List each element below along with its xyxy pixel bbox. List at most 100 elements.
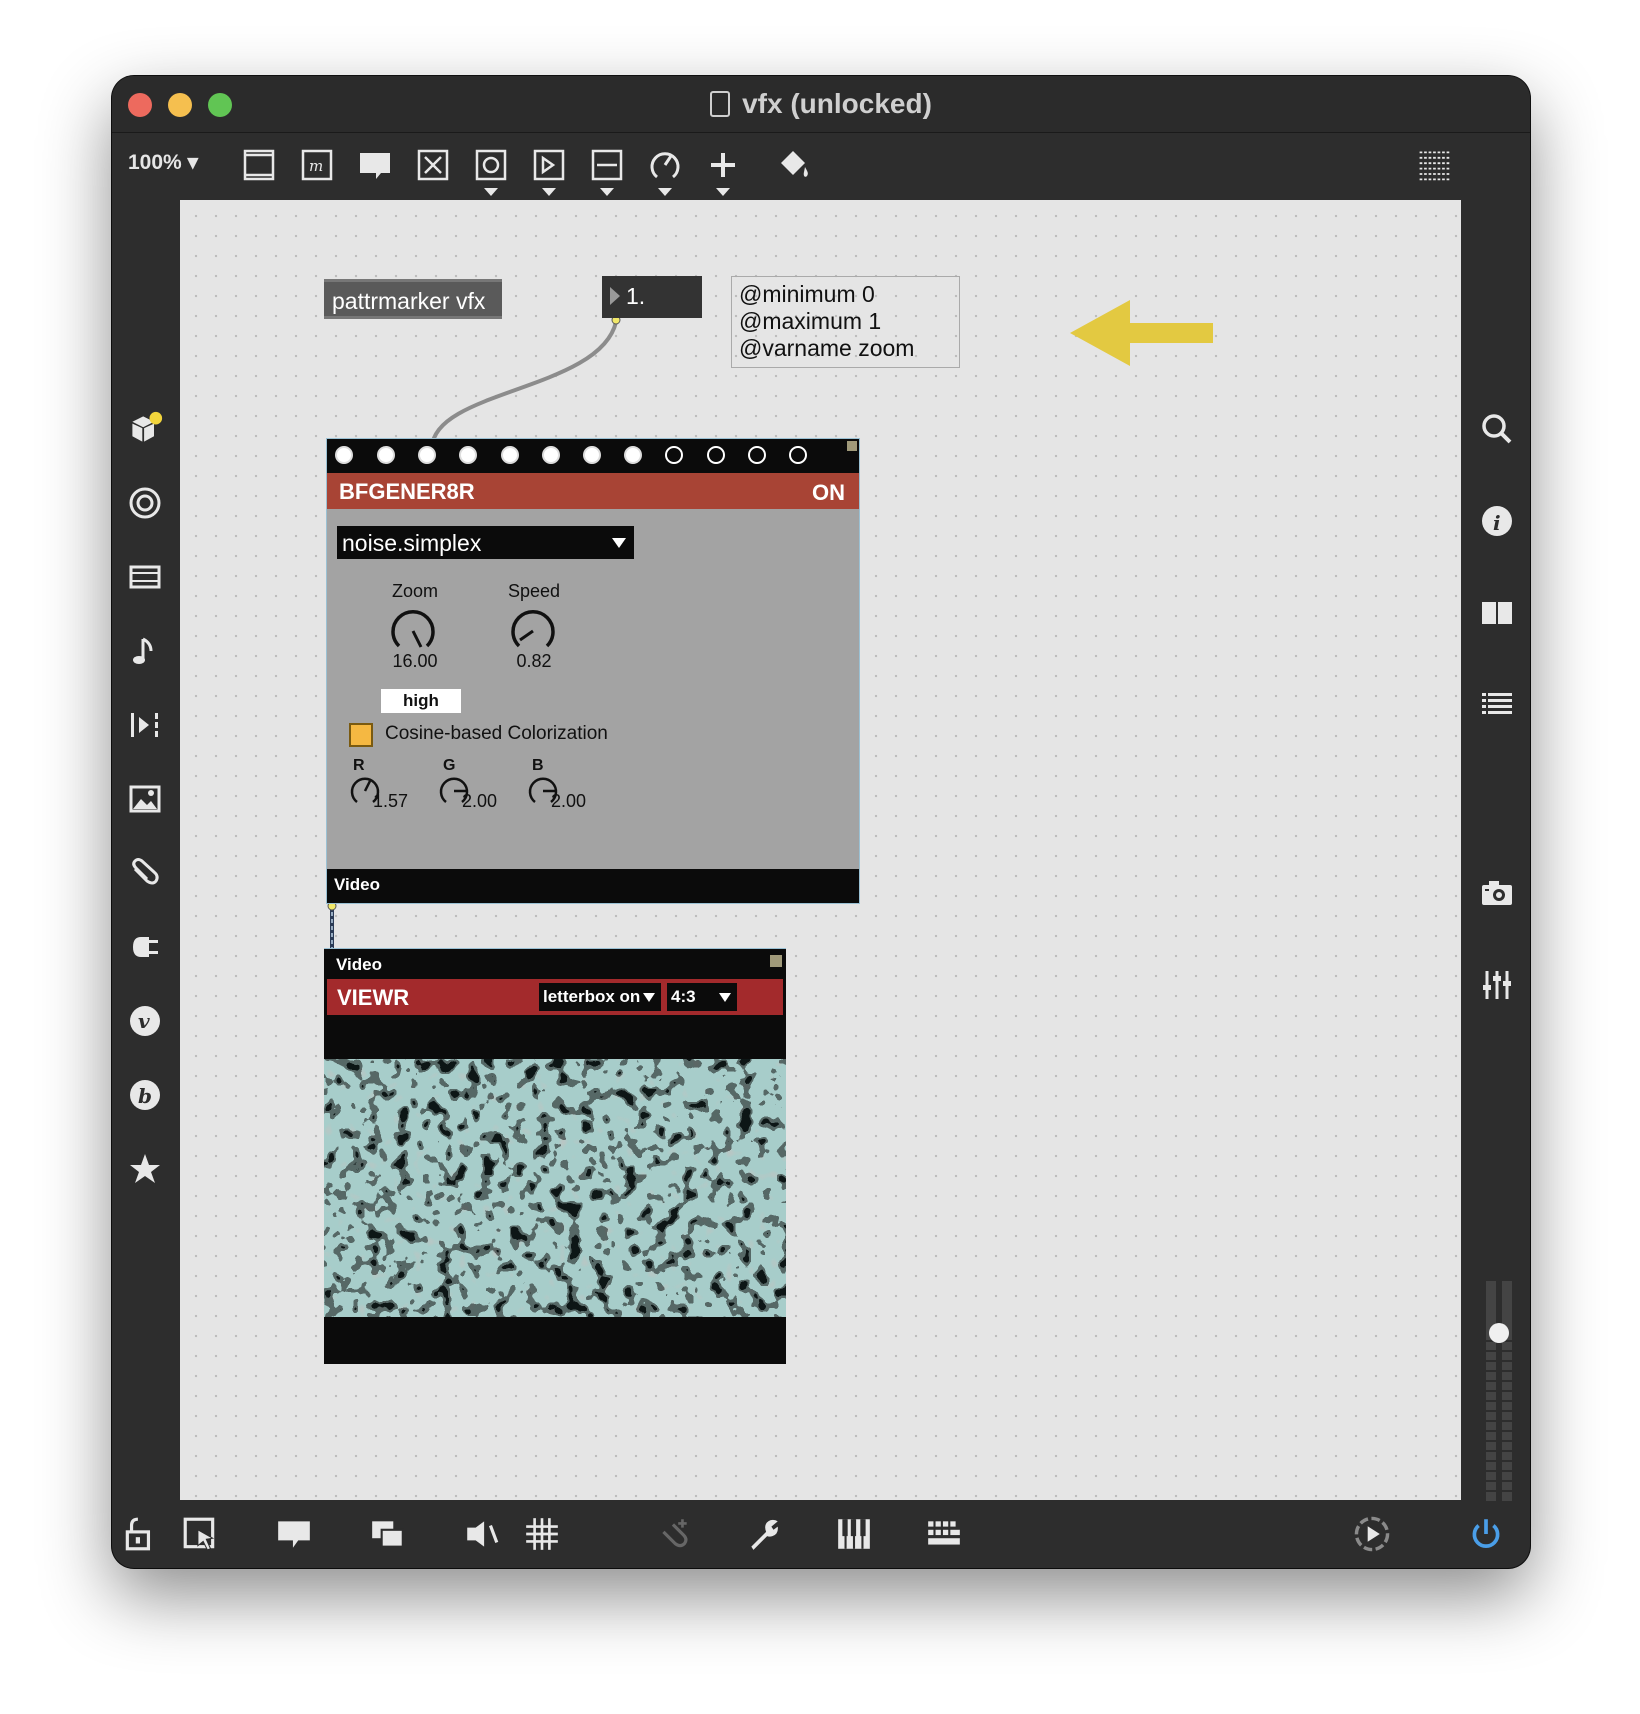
resize-handle[interactable] bbox=[847, 441, 857, 451]
inlet[interactable] bbox=[707, 446, 725, 464]
power-icon[interactable] bbox=[1466, 1514, 1506, 1554]
comment-line: @minimum 0 bbox=[739, 281, 875, 307]
message-icon[interactable]: m bbox=[298, 146, 336, 184]
patcher-canvas[interactable]: pattrmarker vfx 1. @minimum 0 @maximum 1… bbox=[180, 200, 1461, 1500]
grid-icon[interactable] bbox=[522, 1514, 562, 1554]
aspect-menu[interactable]: 4:3 bbox=[667, 983, 737, 1011]
button-icon[interactable] bbox=[414, 146, 452, 184]
piano-icon[interactable] bbox=[834, 1514, 874, 1554]
paint-bucket-icon[interactable] bbox=[774, 146, 812, 184]
new-object-icon[interactable] bbox=[240, 146, 278, 184]
pattrmarker-label: pattrmarker vfx bbox=[332, 288, 486, 314]
zoom-dial[interactable] bbox=[387, 605, 439, 657]
video-outlet-label: Video bbox=[327, 869, 859, 903]
camera-icon[interactable] bbox=[1474, 870, 1520, 916]
comment-icon[interactable] bbox=[356, 146, 394, 184]
attributes-comment[interactable]: @minimum 0 @maximum 1 @varname zoom bbox=[731, 276, 960, 368]
vizzie-icon[interactable]: v bbox=[122, 998, 168, 1044]
window-title: vfx (unlocked) bbox=[112, 88, 1530, 120]
comment-icon[interactable] bbox=[274, 1514, 314, 1554]
image-icon[interactable] bbox=[122, 776, 168, 822]
module-title: BFGENER8R bbox=[339, 479, 475, 504]
grid-icon[interactable] bbox=[1412, 146, 1456, 184]
b-value: 2.00 bbox=[551, 791, 587, 811]
generator-menu[interactable]: noise.simplex bbox=[337, 526, 634, 559]
annotation-arrow bbox=[1070, 300, 1213, 366]
zoom-value: 16.00 bbox=[392, 651, 438, 671]
transport-icon[interactable] bbox=[1348, 1510, 1396, 1558]
r-label: R bbox=[353, 757, 365, 774]
document-icon bbox=[710, 91, 731, 117]
toggle-icon[interactable] bbox=[472, 146, 510, 196]
inlet[interactable] bbox=[501, 446, 519, 464]
pattrmarker-object[interactable]: pattrmarker vfx bbox=[324, 279, 502, 319]
media-icon[interactable] bbox=[122, 554, 168, 600]
book-icon[interactable] bbox=[1474, 590, 1520, 636]
mixer-icon[interactable] bbox=[1474, 962, 1520, 1008]
number-arrow-icon bbox=[610, 287, 620, 305]
svg-text:b: b bbox=[138, 1084, 152, 1108]
star-icon[interactable] bbox=[122, 1146, 168, 1192]
resize-handle[interactable] bbox=[770, 955, 782, 967]
volume-slider[interactable] bbox=[1480, 1281, 1518, 1501]
inlet[interactable] bbox=[624, 446, 642, 464]
inlet[interactable] bbox=[335, 446, 353, 464]
inlet[interactable] bbox=[583, 446, 601, 464]
zoom-menu[interactable]: 100% ▾ bbox=[128, 150, 198, 175]
bfgener8r-module[interactable]: BFGENER8R ON noise.simplex Zoom 16.00 hig… bbox=[326, 438, 860, 904]
inlet[interactable] bbox=[418, 446, 436, 464]
r-value: 1.57 bbox=[373, 791, 409, 811]
b-label: B bbox=[532, 757, 544, 774]
letterbox-menu[interactable]: letterbox on bbox=[539, 983, 661, 1011]
colorize-checkbox[interactable] bbox=[349, 723, 373, 747]
beap-icon[interactable]: b bbox=[122, 1072, 168, 1118]
g-label: G bbox=[443, 757, 456, 774]
zoom-label: Zoom bbox=[391, 581, 438, 601]
comment-line: @maximum 1 bbox=[739, 308, 882, 334]
list-icon[interactable] bbox=[1474, 682, 1520, 728]
speed-label: Speed bbox=[507, 581, 561, 601]
window-title-text: vfx (unlocked) bbox=[742, 88, 932, 119]
clips-icon[interactable] bbox=[122, 702, 168, 748]
quality-toggle[interactable]: high bbox=[381, 689, 461, 713]
inlet[interactable] bbox=[665, 446, 683, 464]
search-icon[interactable] bbox=[1474, 406, 1520, 452]
dial-icon[interactable] bbox=[646, 146, 684, 196]
packages-icon[interactable] bbox=[122, 406, 168, 452]
comment-line: @varname zoom bbox=[739, 335, 915, 361]
speed-dial[interactable] bbox=[507, 605, 559, 657]
aspect-value: 4:3 bbox=[671, 987, 696, 1006]
number-value: 1. bbox=[626, 283, 646, 309]
music-note-icon[interactable] bbox=[122, 628, 168, 674]
inlet[interactable] bbox=[542, 446, 560, 464]
g-value: 2.00 bbox=[462, 791, 498, 811]
inlet[interactable] bbox=[789, 446, 807, 464]
number-box[interactable]: 1. bbox=[602, 276, 702, 318]
viewr-title: VIEWR bbox=[337, 985, 410, 1010]
video-preview bbox=[324, 1059, 786, 1317]
inlet[interactable] bbox=[377, 446, 395, 464]
chevron-down-icon bbox=[643, 993, 655, 1002]
number-icon[interactable] bbox=[530, 146, 568, 196]
target-icon[interactable] bbox=[122, 480, 168, 526]
viewr-module[interactable]: Video VIEWR letterbox on 4:3 bbox=[324, 948, 786, 1364]
add-icon[interactable] bbox=[704, 146, 742, 196]
inlet[interactable] bbox=[459, 446, 477, 464]
patcher-window: vfx (unlocked) 100% ▾ m v b i pattrmarke… bbox=[112, 76, 1530, 1568]
slider-icon[interactable] bbox=[588, 146, 626, 196]
bottom-toolbar bbox=[112, 1500, 1530, 1568]
keyboard-icon[interactable] bbox=[924, 1514, 964, 1554]
letterbox-value: letterbox on bbox=[543, 987, 641, 1006]
viewr-header: VIEWR letterbox on 4:3 bbox=[327, 979, 783, 1015]
wrench-icon[interactable] bbox=[744, 1514, 784, 1554]
on-toggle[interactable]: ON bbox=[812, 480, 845, 506]
inlet[interactable] bbox=[748, 446, 766, 464]
mute-icon[interactable] bbox=[462, 1514, 502, 1554]
plug-icon[interactable] bbox=[122, 924, 168, 970]
lock-icon[interactable] bbox=[120, 1514, 160, 1554]
layers-icon[interactable] bbox=[368, 1514, 408, 1554]
info-icon[interactable]: i bbox=[1474, 498, 1520, 544]
title-bar: vfx (unlocked) bbox=[112, 76, 1530, 133]
presentation-icon[interactable] bbox=[180, 1514, 220, 1554]
paperclip-icon[interactable] bbox=[122, 850, 168, 896]
